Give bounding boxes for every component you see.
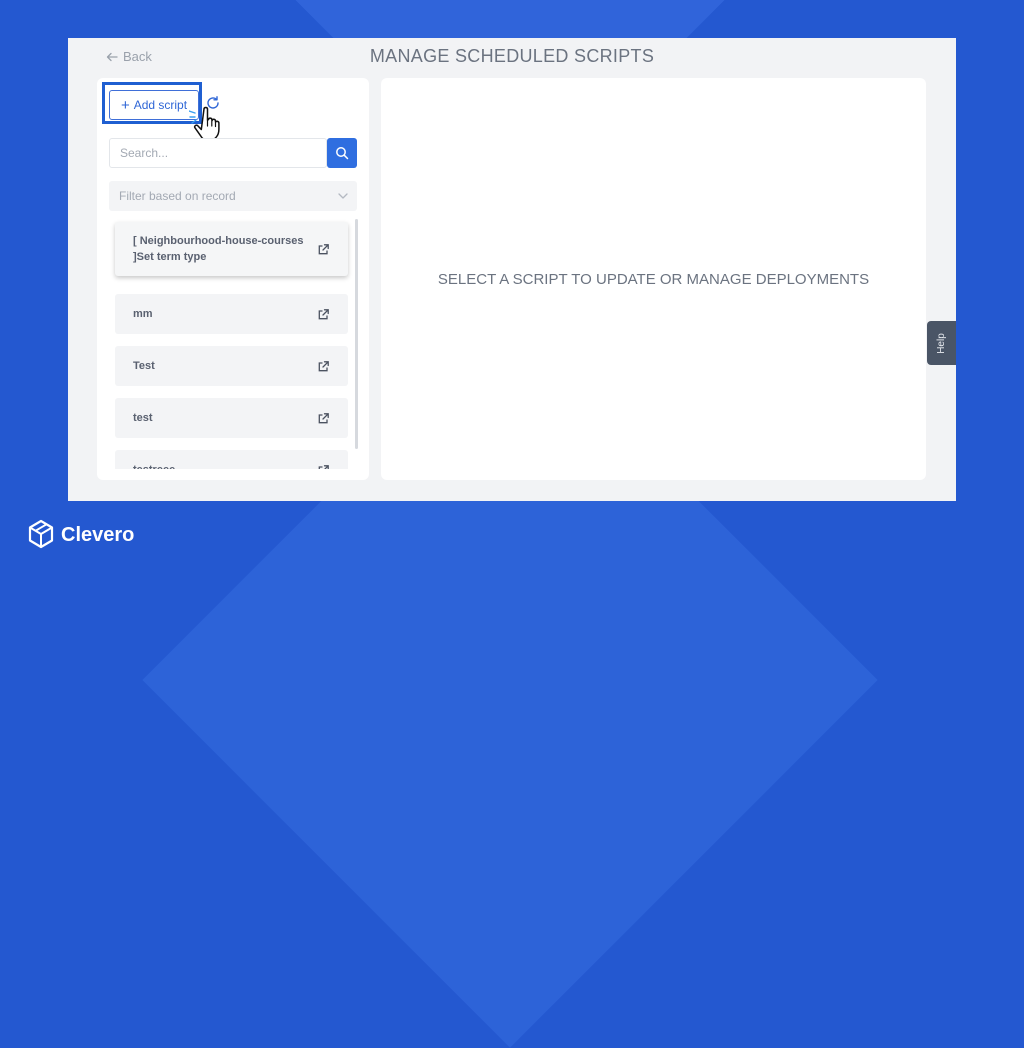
external-link-icon[interactable] — [317, 308, 330, 321]
add-script-label: Add script — [133, 98, 188, 112]
list-item[interactable]: testreee — [115, 450, 348, 469]
scrollbar[interactable] — [355, 219, 358, 449]
empty-state-message: SELECT A SCRIPT TO UPDATE OR MANAGE DEPL… — [437, 271, 870, 288]
list-item[interactable]: test — [115, 398, 348, 438]
search-button[interactable] — [327, 138, 357, 168]
script-list[interactable]: [ Neighbourhood-house-courses ]Set term … — [97, 211, 369, 469]
plus-icon: + — [120, 96, 130, 114]
script-list-panel: + Add script Filter based on record — [97, 78, 369, 480]
filter-placeholder: Filter based on record — [119, 189, 236, 203]
script-name: testreee — [133, 462, 311, 469]
script-name: mm — [133, 308, 153, 320]
external-link-icon[interactable] — [317, 243, 330, 256]
clevero-logo-icon — [28, 519, 54, 549]
list-item[interactable]: Test — [115, 346, 348, 386]
chevron-down-icon — [338, 193, 348, 199]
list-item[interactable]: mm — [115, 294, 348, 334]
filter-record-select[interactable]: Filter based on record — [109, 181, 357, 211]
external-link-icon[interactable] — [317, 360, 330, 373]
brand-logo: Clevero — [27, 519, 134, 551]
help-label: Help — [935, 332, 947, 354]
list-item[interactable]: [ Neighbourhood-house-courses ]Set term … — [115, 222, 348, 276]
script-name: test — [133, 412, 153, 424]
script-detail-panel: SELECT A SCRIPT TO UPDATE OR MANAGE DEPL… — [381, 78, 926, 480]
script-name: [ Neighbourhood-house-courses ]Set term … — [133, 235, 304, 263]
add-script-button[interactable]: + Add script — [109, 90, 199, 120]
search-icon — [336, 147, 349, 160]
external-link-icon[interactable] — [317, 464, 330, 470]
help-tab[interactable]: Help — [927, 321, 956, 365]
brand-name: Clevero — [61, 523, 135, 546]
page-title: MANAGE SCHEDULED SCRIPTS — [369, 46, 655, 66]
search-input[interactable] — [109, 138, 327, 168]
external-link-icon[interactable] — [317, 412, 330, 425]
app-window: Back MANAGE SCHEDULED SCRIPTS + Add scri… — [68, 38, 956, 501]
script-name: Test — [133, 360, 155, 372]
